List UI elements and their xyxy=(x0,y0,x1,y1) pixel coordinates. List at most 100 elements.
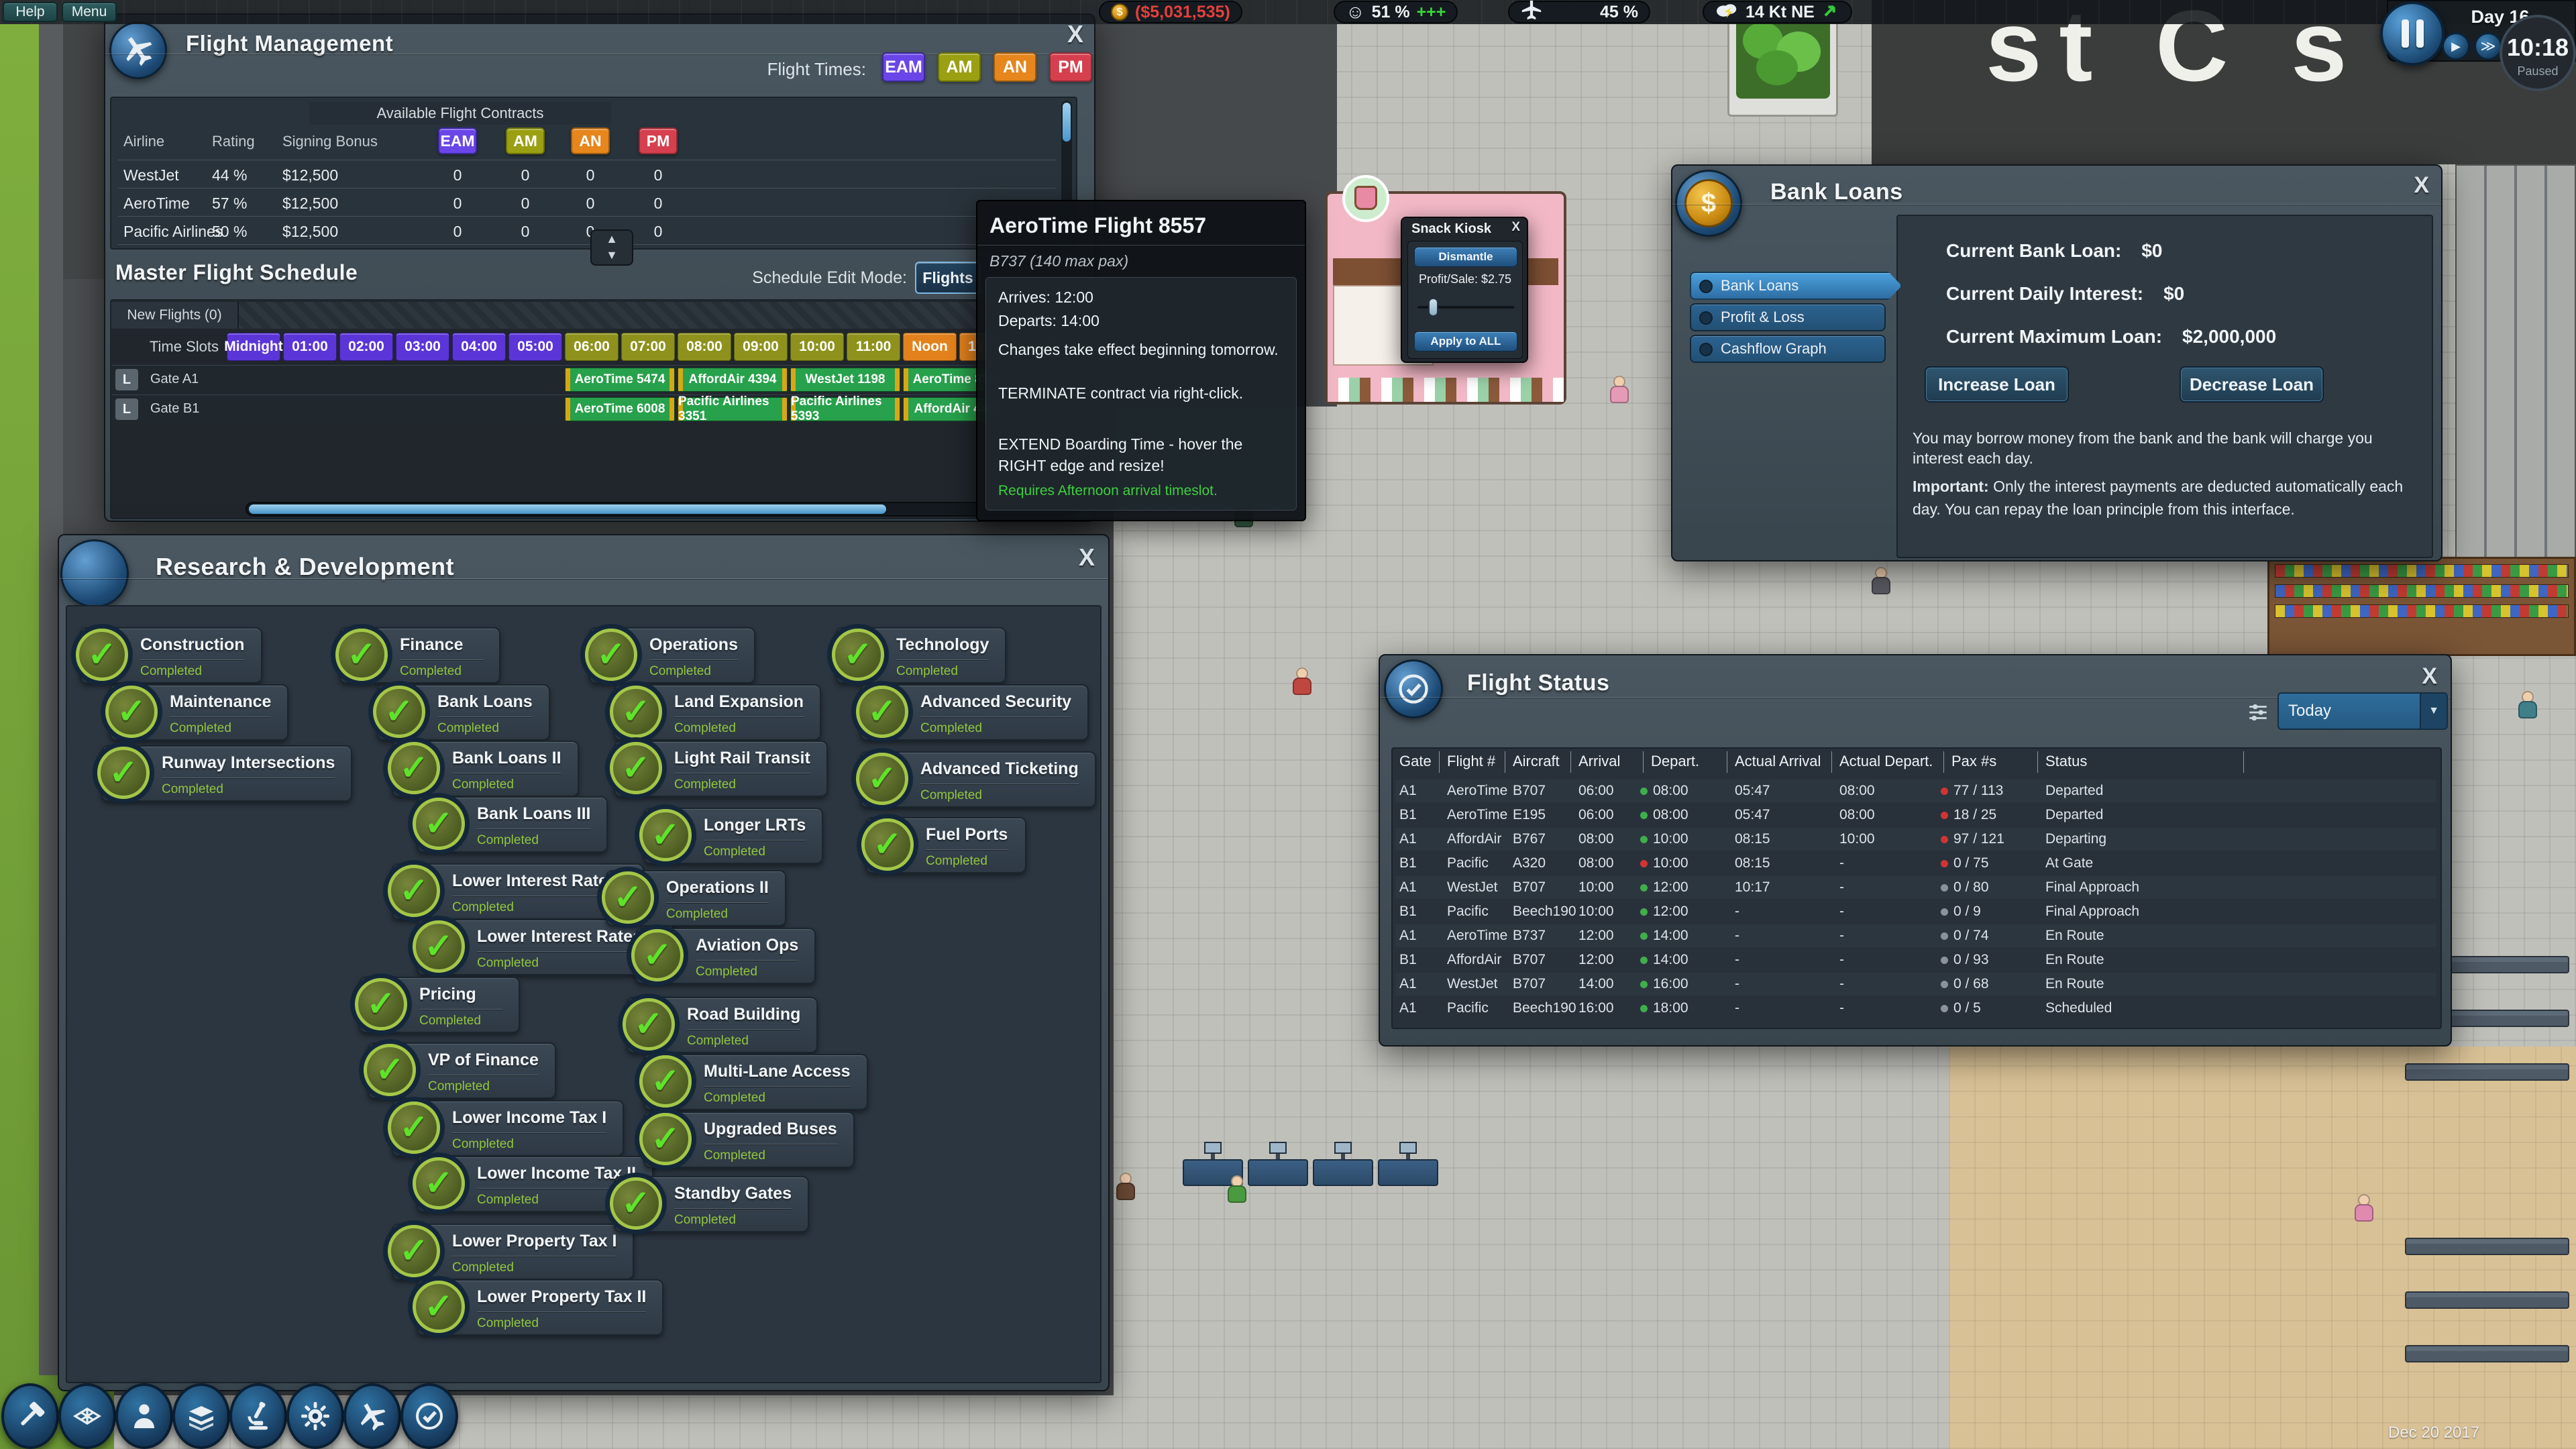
research-node-land-expansion[interactable]: ✓Land ExpansionCompleted xyxy=(614,684,821,741)
flight-status-row[interactable]: A1AffordAirB76708:0010:0008:1510:0097 / … xyxy=(1395,828,2436,851)
menu-button[interactable]: Menu xyxy=(62,2,117,22)
research-node-technology[interactable]: ✓TechnologyCompleted xyxy=(836,627,1006,684)
toolbar-flight-management-button[interactable] xyxy=(343,1383,401,1449)
research-node-lower-income-tax-i[interactable]: ✓Lower Income Tax ICompleted xyxy=(392,1100,624,1157)
aircraft-pill[interactable]: 45 % xyxy=(1508,1,1650,23)
research-node-standby-gates[interactable]: ✓Standby GatesCompleted xyxy=(614,1176,809,1232)
flight-status-row[interactable]: A1WestJetB70714:0016:00--0 / 68En Route xyxy=(1395,973,2436,996)
research-node-lower-property-tax-ii[interactable]: ✓Lower Property Tax IICompleted xyxy=(417,1279,663,1336)
pause-button[interactable] xyxy=(2380,1,2445,66)
increase-loan-button[interactable]: Increase Loan xyxy=(1925,366,2069,402)
toolbar-finance-button[interactable] xyxy=(172,1383,230,1449)
bank-tab-cashflow-graph[interactable]: Cashflow Graph xyxy=(1690,335,1886,363)
toolbar-flight-status-button[interactable] xyxy=(400,1383,458,1449)
research-node-operations[interactable]: ✓OperationsCompleted xyxy=(589,627,755,684)
resize-handle[interactable]: ▲▼ xyxy=(590,229,633,266)
filter-icon[interactable] xyxy=(2247,700,2269,729)
contract-row[interactable]: Pacific Airlines50 %$12,5000000 xyxy=(111,219,1051,246)
happiness-pill[interactable]: ☺ 51 % +++ xyxy=(1334,1,1458,23)
toolbar-build-tools-button[interactable] xyxy=(1,1383,59,1449)
research-node-upgraded-buses[interactable]: ✓Upgraded BusesCompleted xyxy=(643,1112,855,1168)
flight-chip[interactable]: AeroTime 5474 xyxy=(565,368,675,392)
research-node-finance[interactable]: ✓FinanceCompleted xyxy=(339,627,500,684)
flight-time-button-pm[interactable]: PM xyxy=(1049,52,1092,82)
contract-row[interactable]: WestJet44 %$12,5000000 xyxy=(111,162,1051,189)
research-node-runway-intersections[interactable]: ✓Runway IntersectionsCompleted xyxy=(101,745,352,802)
dismantle-button[interactable]: Dismantle xyxy=(1414,247,1517,267)
research-node-status: Completed xyxy=(704,1148,837,1163)
flight-status-row[interactable]: B1AeroTimeE19506:0008:0005:4708:0018 / 2… xyxy=(1395,804,2436,826)
flight-status-row[interactable]: A1WestJetB70710:0012:0010:17-0 / 80Final… xyxy=(1395,876,2436,899)
flight-status-row[interactable]: A1PacificBeech19016:0018:00--0 / 5Schedu… xyxy=(1395,997,2436,1020)
play-button[interactable]: ▶ xyxy=(2442,32,2470,60)
time-slot-01:00[interactable]: 01:00 xyxy=(283,333,337,361)
flight-chip[interactable]: Pacific Airlines 3351 xyxy=(678,397,788,421)
bank-tab-bank-loans[interactable]: Bank Loans xyxy=(1690,272,1902,300)
flight-chip[interactable]: Pacific Airlines 5393 xyxy=(790,397,900,421)
research-node-pricing[interactable]: ✓PricingCompleted xyxy=(359,977,520,1033)
help-button[interactable]: Help xyxy=(3,2,58,22)
research-node-bank-loans-ii[interactable]: ✓Bank Loans IICompleted xyxy=(392,741,579,797)
new-flights-row[interactable]: New Flights (0) xyxy=(111,302,1077,329)
contract-row[interactable]: AffordAir51 %$12,5000000 xyxy=(111,247,1051,250)
flight-status-row[interactable]: A1AeroTimeB70706:0008:0005:4708:0077 / 1… xyxy=(1395,780,2436,802)
research-node-maintenance[interactable]: ✓MaintenanceCompleted xyxy=(109,684,288,741)
apply-all-button[interactable]: Apply to ALL xyxy=(1414,331,1517,352)
research-node-longer-lrts[interactable]: ✓Longer LRTsCompleted xyxy=(643,808,823,864)
research-node-vp-of-finance[interactable]: ✓VP of FinanceCompleted xyxy=(368,1042,556,1099)
close-icon[interactable]: X xyxy=(2422,663,2437,690)
toolbar-floor-tiles-button[interactable] xyxy=(58,1383,116,1449)
money-pill[interactable]: $ ($5,031,535) xyxy=(1099,1,1242,23)
research-node-light-rail-transit[interactable]: ✓Light Rail TransitCompleted xyxy=(614,741,828,797)
time-slot-11:00[interactable]: 11:00 xyxy=(847,333,900,361)
research-node-lower-property-tax-i[interactable]: ✓Lower Property Tax ICompleted xyxy=(392,1224,634,1280)
time-slot-10:00[interactable]: 10:00 xyxy=(790,333,844,361)
edit-mode-button[interactable]: Flights xyxy=(915,262,981,294)
research-node-construction[interactable]: ✓ConstructionCompleted xyxy=(80,627,262,684)
research-node-operations-ii[interactable]: ✓Operations IICompleted xyxy=(606,870,786,926)
research-node-bank-loans-iii[interactable]: ✓Bank Loans IIICompleted xyxy=(417,796,608,853)
close-icon[interactable]: X xyxy=(1511,220,1520,235)
close-icon[interactable]: X xyxy=(1079,543,1095,572)
slider-handle[interactable] xyxy=(1428,298,1438,317)
flight-time-button-am[interactable]: AM xyxy=(938,52,981,82)
research-node-aviation-ops[interactable]: ✓Aviation OpsCompleted xyxy=(635,928,816,984)
research-node-road-building[interactable]: ✓Road BuildingCompleted xyxy=(627,997,818,1053)
research-node-bank-loans[interactable]: ✓Bank LoansCompleted xyxy=(377,684,550,741)
flight-time-button-an[interactable]: AN xyxy=(994,52,1036,82)
flight-chip[interactable]: AeroTime 6008 xyxy=(565,397,675,421)
fast-forward-button[interactable]: ≫ xyxy=(2474,32,2502,60)
flight-chip[interactable]: WestJet 1198 xyxy=(790,368,900,392)
toolbar-operations-button[interactable] xyxy=(286,1383,344,1449)
flight-chip[interactable]: AffordAir 4394 xyxy=(678,368,788,392)
weather-pill[interactable]: 14 Kt NE xyxy=(1703,1,1852,23)
close-icon[interactable]: X xyxy=(1067,20,1083,48)
time-slot-08:00[interactable]: 08:00 xyxy=(678,333,731,361)
research-node-advanced-security[interactable]: ✓Advanced SecurityCompleted xyxy=(860,684,1089,741)
time-slot-noon[interactable]: Noon xyxy=(903,333,957,361)
decrease-loan-button[interactable]: Decrease Loan xyxy=(2180,366,2324,402)
time-slot-07:00[interactable]: 07:00 xyxy=(621,333,675,361)
time-slot-02:00[interactable]: 02:00 xyxy=(339,333,393,361)
contract-row[interactable]: AeroTime57 %$12,5000000 xyxy=(111,191,1051,217)
time-slot-midnight[interactable]: Midnight xyxy=(227,333,280,361)
time-slot-06:00[interactable]: 06:00 xyxy=(565,333,619,361)
research-node-multi-lane-access[interactable]: ✓Multi-Lane AccessCompleted xyxy=(643,1054,868,1110)
time-slot-05:00[interactable]: 05:00 xyxy=(508,333,562,361)
schedule-scrollbar[interactable] xyxy=(246,502,1073,517)
flight-status-row[interactable]: B1PacificBeech19010:0012:00--0 / 9Final … xyxy=(1395,900,2436,923)
close-icon[interactable]: X xyxy=(2414,172,2429,199)
time-slot-04:00[interactable]: 04:00 xyxy=(452,333,506,361)
research-node-advanced-ticketing[interactable]: ✓Advanced TicketingCompleted xyxy=(860,751,1096,808)
flight-status-row[interactable]: B1AffordAirB70712:0014:00--0 / 93En Rout… xyxy=(1395,949,2436,971)
bank-tab-profit-loss[interactable]: Profit & Loss xyxy=(1690,303,1886,331)
flight-time-button-eam[interactable]: EAM xyxy=(882,52,925,82)
toolbar-staff-button[interactable] xyxy=(115,1383,173,1449)
time-slot-03:00[interactable]: 03:00 xyxy=(396,333,449,361)
research-node-fuel-ports[interactable]: ✓Fuel PortsCompleted xyxy=(865,817,1026,873)
time-slot-09:00[interactable]: 09:00 xyxy=(734,333,788,361)
toolbar-research-button[interactable] xyxy=(229,1383,287,1449)
flight-status-row[interactable]: A1AeroTimeB73712:0014:00--0 / 74En Route xyxy=(1395,924,2436,947)
flight-status-row[interactable]: B1PacificA32008:0010:0008:15-0 / 75At Ga… xyxy=(1395,852,2436,875)
date-filter-dropdown[interactable]: Today ▼ xyxy=(2277,692,2448,730)
